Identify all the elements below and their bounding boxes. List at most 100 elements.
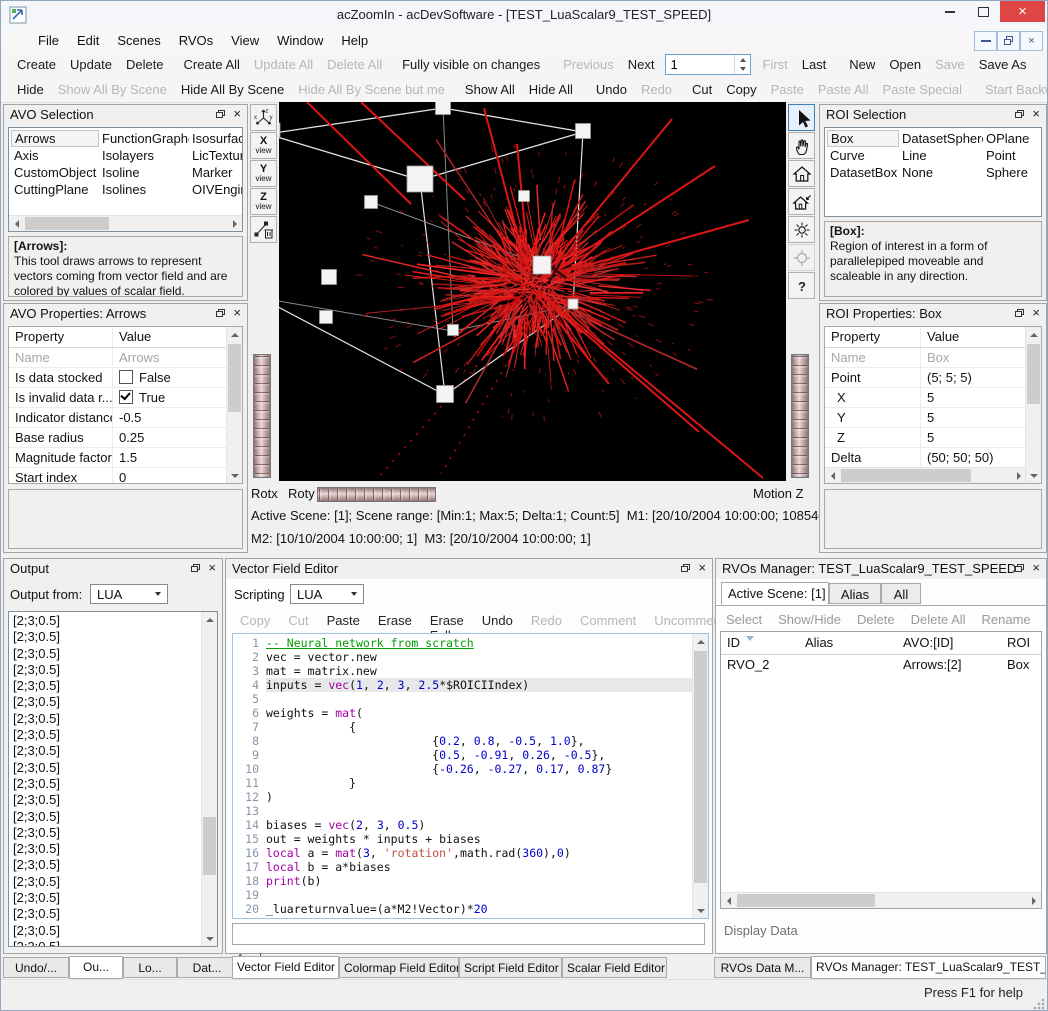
output-console-list[interactable]: [2;3;0.5][2;3;0.5][2;3;0.5][2;3;0.5][2;3…: [8, 611, 218, 947]
console-line[interactable]: [2;3;0.5]: [9, 841, 201, 857]
avo-item-functiongrapher[interactable]: FunctionGrapher: [99, 130, 189, 147]
undo-button[interactable]: Undo: [589, 78, 634, 101]
set-home-view-button[interactable]: [788, 188, 815, 215]
avo-type-list[interactable]: Arrows FunctionGrapher Isosurfac Axis Is…: [8, 127, 243, 232]
z-view-button[interactable]: Zview: [250, 188, 277, 215]
roty-thumbwheel[interactable]: [317, 487, 436, 502]
console-line[interactable]: [2;3;0.5]: [9, 711, 201, 727]
scrollbar-thumb[interactable]: [228, 344, 241, 412]
update-button[interactable]: Update: [63, 53, 119, 76]
minimize-button[interactable]: [935, 1, 965, 22]
scrollbar-thumb[interactable]: [737, 894, 875, 907]
avo-item-isolayers[interactable]: Isolayers: [99, 147, 189, 164]
avo-item-oivengine[interactable]: OIVEngin: [189, 181, 242, 198]
mdi-minimize-button[interactable]: [974, 31, 997, 51]
scene-number-input[interactable]: [666, 55, 734, 74]
axes-view-button[interactable]: zxy: [250, 104, 277, 131]
rename-action[interactable]: Rename: [980, 612, 1033, 627]
save-as-button[interactable]: Save As: [972, 53, 1034, 76]
hide-all-by-scene-button[interactable]: Hide All By Scene: [174, 78, 291, 101]
code-editor[interactable]: 1-- Neural network from scratch2vec = ve…: [232, 633, 709, 919]
dock-tab-vector-field-editor[interactable]: Vector Field Editor: [232, 956, 339, 979]
float-panel-icon[interactable]: [216, 309, 225, 317]
roi-item-datasetbox[interactable]: DatasetBox: [827, 164, 899, 181]
dock-tab-rvos-manager[interactable]: RVOs Manager: TEST_LuaScalar9_TEST_...: [811, 956, 1046, 979]
menu-window[interactable]: Window: [268, 29, 332, 52]
scripting-language-dropdown[interactable]: LUA: [290, 584, 364, 604]
console-line[interactable]: [2;3;0.5]: [9, 906, 201, 922]
fully-visible-toggle[interactable]: Fully visible on changes: [395, 53, 547, 76]
pointer-tool-button[interactable]: [788, 104, 815, 131]
console-line[interactable]: [2;3;0.5]: [9, 760, 201, 776]
roi-item-datasetsphere[interactable]: DatasetSphere: [899, 130, 983, 147]
y-view-button[interactable]: Yview: [250, 160, 277, 187]
console-line[interactable]: [2;3;0.5]: [9, 743, 201, 759]
first-scene-button[interactable]: First: [755, 53, 794, 76]
dock-tab-output[interactable]: Ou...: [69, 956, 123, 979]
vertical-scrollbar[interactable]: [692, 634, 708, 918]
property-value[interactable]: 1.5: [113, 448, 242, 467]
cut-button[interactable]: Cut: [685, 78, 719, 101]
close-panel-icon[interactable]: ×: [1032, 308, 1040, 318]
scrollbar-thumb[interactable]: [841, 469, 971, 482]
property-value[interactable]: 5: [921, 388, 1041, 407]
dock-tab-scalar-field-editor[interactable]: Scalar Field Editor: [562, 957, 667, 978]
close-panel-icon[interactable]: ×: [233, 308, 241, 318]
update-all-button[interactable]: Update All: [247, 53, 320, 76]
horizontal-scrollbar[interactable]: [825, 467, 1026, 483]
avo-item-lictexture[interactable]: LicTextur: [189, 147, 242, 164]
float-panel-icon[interactable]: [216, 110, 225, 118]
roi-item-sphere[interactable]: Sphere: [983, 164, 1041, 181]
show-hide-action[interactable]: Show/Hide: [776, 612, 843, 627]
property-value[interactable]: Arrows: [113, 348, 242, 367]
avo-item-isoline[interactable]: Isoline: [99, 164, 189, 181]
scrollbar-thumb[interactable]: [203, 817, 216, 875]
property-row[interactable]: NameBox: [825, 348, 1041, 368]
mdi-restore-button[interactable]: [997, 31, 1020, 51]
float-panel-icon[interactable]: [191, 564, 200, 572]
property-row[interactable]: Z5: [825, 428, 1041, 448]
view-all-button[interactable]: [788, 216, 815, 243]
avo-item-isosurface[interactable]: Isosurfac: [189, 130, 242, 147]
property-row[interactable]: Point(5; 5; 5): [825, 368, 1041, 388]
horizontal-scrollbar[interactable]: [9, 215, 242, 231]
hide-all-by-scene-but-me-button[interactable]: Hide All By Scene but me: [291, 78, 452, 101]
console-line[interactable]: [2;3;0.5]: [9, 646, 201, 662]
close-button[interactable]: ×: [1000, 1, 1045, 22]
property-row[interactable]: Delta(50; 50; 50): [825, 448, 1041, 468]
scrollbar-thumb[interactable]: [694, 651, 707, 883]
property-value[interactable]: 5: [921, 408, 1041, 427]
property-value[interactable]: 0: [113, 468, 242, 484]
console-line[interactable]: [2;3;0.5]: [9, 939, 201, 946]
console-line[interactable]: [2;3;0.5]: [9, 694, 201, 710]
console-line[interactable]: [2;3;0.5]: [9, 857, 201, 873]
viewport-3d-canvas[interactable]: [279, 102, 786, 481]
table-row[interactable]: RVO_2 Arrows:[2] Box: [721, 655, 1041, 675]
x-view-button[interactable]: Xview: [250, 132, 277, 159]
property-value[interactable]: 5: [921, 428, 1041, 447]
output-source-dropdown[interactable]: LUA: [90, 584, 168, 604]
roi-item-curve[interactable]: Curve: [827, 147, 899, 164]
delete-all-action[interactable]: Delete All: [909, 612, 968, 627]
vertical-scrollbar[interactable]: [1025, 327, 1041, 483]
scrollbar-thumb[interactable]: [25, 217, 109, 230]
scrollbar-thumb[interactable]: [1027, 344, 1040, 404]
roi-item-line[interactable]: Line: [899, 147, 983, 164]
previous-scene-button[interactable]: Previous: [556, 53, 621, 76]
roi-item-box[interactable]: Box: [827, 130, 899, 147]
property-row[interactable]: Start index0: [9, 468, 242, 484]
console-line[interactable]: [2;3;0.5]: [9, 727, 201, 743]
create-all-button[interactable]: Create All: [177, 53, 247, 76]
vertical-scrollbar[interactable]: [226, 327, 242, 483]
hide-button[interactable]: Hide: [10, 78, 51, 101]
save-button[interactable]: Save: [928, 53, 972, 76]
console-line[interactable]: [2;3;0.5]: [9, 792, 201, 808]
avo-item-arrows[interactable]: Arrows: [11, 130, 99, 147]
tab-active-scene[interactable]: Active Scene: [1]: [721, 582, 829, 605]
float-panel-icon[interactable]: [1015, 110, 1024, 118]
expression-input[interactable]: [232, 923, 705, 945]
property-value[interactable]: (5; 5; 5): [921, 368, 1041, 387]
close-panel-icon[interactable]: ×: [698, 563, 706, 573]
property-row[interactable]: Y5: [825, 408, 1041, 428]
create-button[interactable]: Create: [10, 53, 63, 76]
